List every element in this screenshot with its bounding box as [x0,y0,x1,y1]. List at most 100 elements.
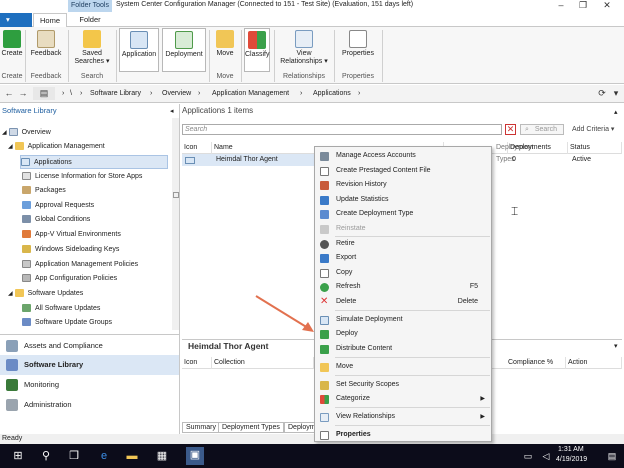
tree-item-packages[interactable]: Packages [22,184,66,198]
menu-item-move[interactable]: Move [315,360,491,374]
tree-item-applications[interactable]: Applications [20,155,168,169]
menu-item-deploy[interactable]: Deploy [315,327,491,341]
column-deployment-types[interactable]: Deployment Types [494,142,533,163]
details-column-compliance[interactable]: Compliance % [506,357,566,369]
menu-item-export[interactable]: Export [315,251,491,265]
tab-home[interactable]: Home [33,13,67,27]
clock-date[interactable]: 4/19/2019 [556,456,587,463]
network-icon[interactable]: ▭ [520,448,536,464]
tab-summary[interactable]: Summary [182,422,220,433]
approval-icon [22,201,31,210]
tree-item-software-updates[interactable]: ◢ Software Updates [8,287,83,301]
tree-item-global-conditions[interactable]: Global Conditions [22,213,90,227]
search-button[interactable]: ⌕ Search [520,124,564,135]
close-icon[interactable]: ✕ [598,0,616,12]
menu-item-categorize[interactable]: Categorize ▶ [315,392,491,406]
tree-item-license-information[interactable]: License Information for Store Apps [22,170,142,184]
details-column-icon[interactable]: Icon [182,357,212,369]
column-icon[interactable]: Icon [182,142,212,154]
menu-item-revision-history[interactable]: Revision History [315,178,491,192]
collapse-details-icon[interactable]: ▾ [614,342,618,350]
tree-item-appv-environments[interactable]: App-V Virtual Environments [22,228,121,242]
server-manager-icon[interactable]: ▦ [154,448,170,464]
tab-folder[interactable]: Folder [70,13,110,27]
workspace-administration[interactable]: Administration [0,395,179,415]
menu-item-reinstate[interactable]: Reinstate [315,222,491,236]
clock-time[interactable]: 1:31 AM [558,446,584,453]
tree-item-application-management-policies[interactable]: Application Management Policies [22,258,138,272]
menu-item-set-security-scopes[interactable]: Set Security Scopes [315,378,491,392]
navigation-scrollbar[interactable] [172,118,179,330]
collapse-list-icon[interactable]: ▴ [614,108,618,116]
file-tab[interactable]: ▾ [0,13,32,27]
workspace-software-library[interactable]: Software Library [0,355,179,375]
column-deployments[interactable]: Deployments [508,142,568,154]
deployment-button[interactable]: Deployment [162,28,206,72]
task-view-icon[interactable]: ❒ [66,448,82,464]
details-column-collection[interactable]: Collection [212,357,314,369]
breadcrumb-root[interactable]: \ [70,90,72,97]
configmgr-console-icon[interactable]: ▣ [186,447,204,465]
back-arrow-icon[interactable]: ← [3,87,15,100]
search-icon[interactable]: ⚲ [38,448,54,464]
menu-item-manage-access-accounts[interactable]: Manage Access Accounts [315,149,491,163]
breadcrumb-applications[interactable]: Applications [313,90,351,97]
add-criteria-button[interactable]: Add Criteria ▾ [572,125,614,133]
tree-item-app-configuration-policies[interactable]: App Configuration Policies [22,272,117,286]
breadcrumb-software-library[interactable]: Software Library [90,90,141,97]
clear-search-icon[interactable]: ✕ [505,124,516,135]
forward-arrow-icon[interactable]: → [17,87,29,100]
menu-item-create-prestaged-content[interactable]: Create Prestaged Content File [315,164,491,178]
details-column-action[interactable]: Action [566,357,622,369]
properties-button[interactable]: Properties [338,28,378,72]
file-explorer-icon[interactable]: ▬ [124,448,140,464]
expand-icon[interactable]: ▾ [610,87,622,100]
tree-item-approval-requests[interactable]: Approval Requests [22,199,94,213]
menu-label: Simulate Deployment [336,316,403,323]
refresh-icon[interactable]: ⟳ [596,87,608,100]
menu-item-properties[interactable]: Properties [315,428,491,442]
workspace-monitoring[interactable]: Monitoring [0,375,179,395]
tree-item-sideloading-keys[interactable]: Windows Sideloading Keys [22,243,119,257]
tree-item-software-update-groups[interactable]: Software Update Groups [22,316,112,330]
search-input[interactable]: Search [182,124,502,135]
menu-item-delete[interactable]: ✕ Delete Delete [315,295,491,309]
restore-icon[interactable]: ❐ [574,0,592,12]
feedback-button[interactable]: Feedback [28,28,64,72]
menu-item-create-deployment-type[interactable]: Create Deployment Type [315,207,491,221]
menu-item-retire[interactable]: Retire [315,237,491,251]
history-folder-icon[interactable]: ▤ [33,87,55,100]
workspace-assets-and-compliance[interactable]: Assets and Compliance [0,336,179,356]
tree-item-application-management[interactable]: ◢ Application Management [8,140,105,154]
tree-item-overview[interactable]: ◢ Overview [2,126,51,140]
minimize-icon[interactable]: – [552,0,570,12]
breadcrumb-application-management[interactable]: Application Management [212,90,289,97]
create-button[interactable]: Create [1,28,23,72]
view-relationships-button[interactable]: View Relationships ▾ [278,28,330,72]
edge-browser-icon[interactable]: e [96,448,112,464]
menu-item-distribute-content[interactable]: Distribute Content [315,342,491,356]
saved-searches-button[interactable]: Saved Searches ▾ [72,28,112,72]
menu-item-view-relationships[interactable]: View Relationships ▶ [315,410,491,424]
classify-button[interactable]: Classify [244,28,270,72]
volume-icon[interactable]: ◁ [538,448,554,464]
security-scopes-icon [320,381,329,390]
notifications-icon[interactable]: ▤ [604,448,620,464]
tab-deployment-types[interactable]: Deployment Types [218,422,284,433]
simulate-icon [320,316,329,325]
menu-item-update-statistics[interactable]: Update Statistics [315,193,491,207]
folder-tools-context-tab[interactable]: Folder Tools [68,0,112,12]
collapse-pane-icon[interactable]: ◂ [170,107,174,115]
list-scroll-handle[interactable] [173,192,179,198]
application-button[interactable]: Application [119,28,159,72]
group-feedback: Feedback [30,73,62,80]
menu-item-refresh[interactable]: Refresh F5 [315,280,491,294]
breadcrumb-overview[interactable]: Overview [162,90,191,97]
column-status[interactable]: Status [568,142,622,154]
move-button[interactable]: Move [212,28,238,72]
windows-start-icon[interactable]: ⊞ [10,448,26,464]
tree-item-all-software-updates[interactable]: All Software Updates [22,302,100,316]
policy-icon [22,260,31,269]
menu-item-simulate-deployment[interactable]: Simulate Deployment [315,313,491,327]
menu-item-copy[interactable]: Copy [315,266,491,280]
